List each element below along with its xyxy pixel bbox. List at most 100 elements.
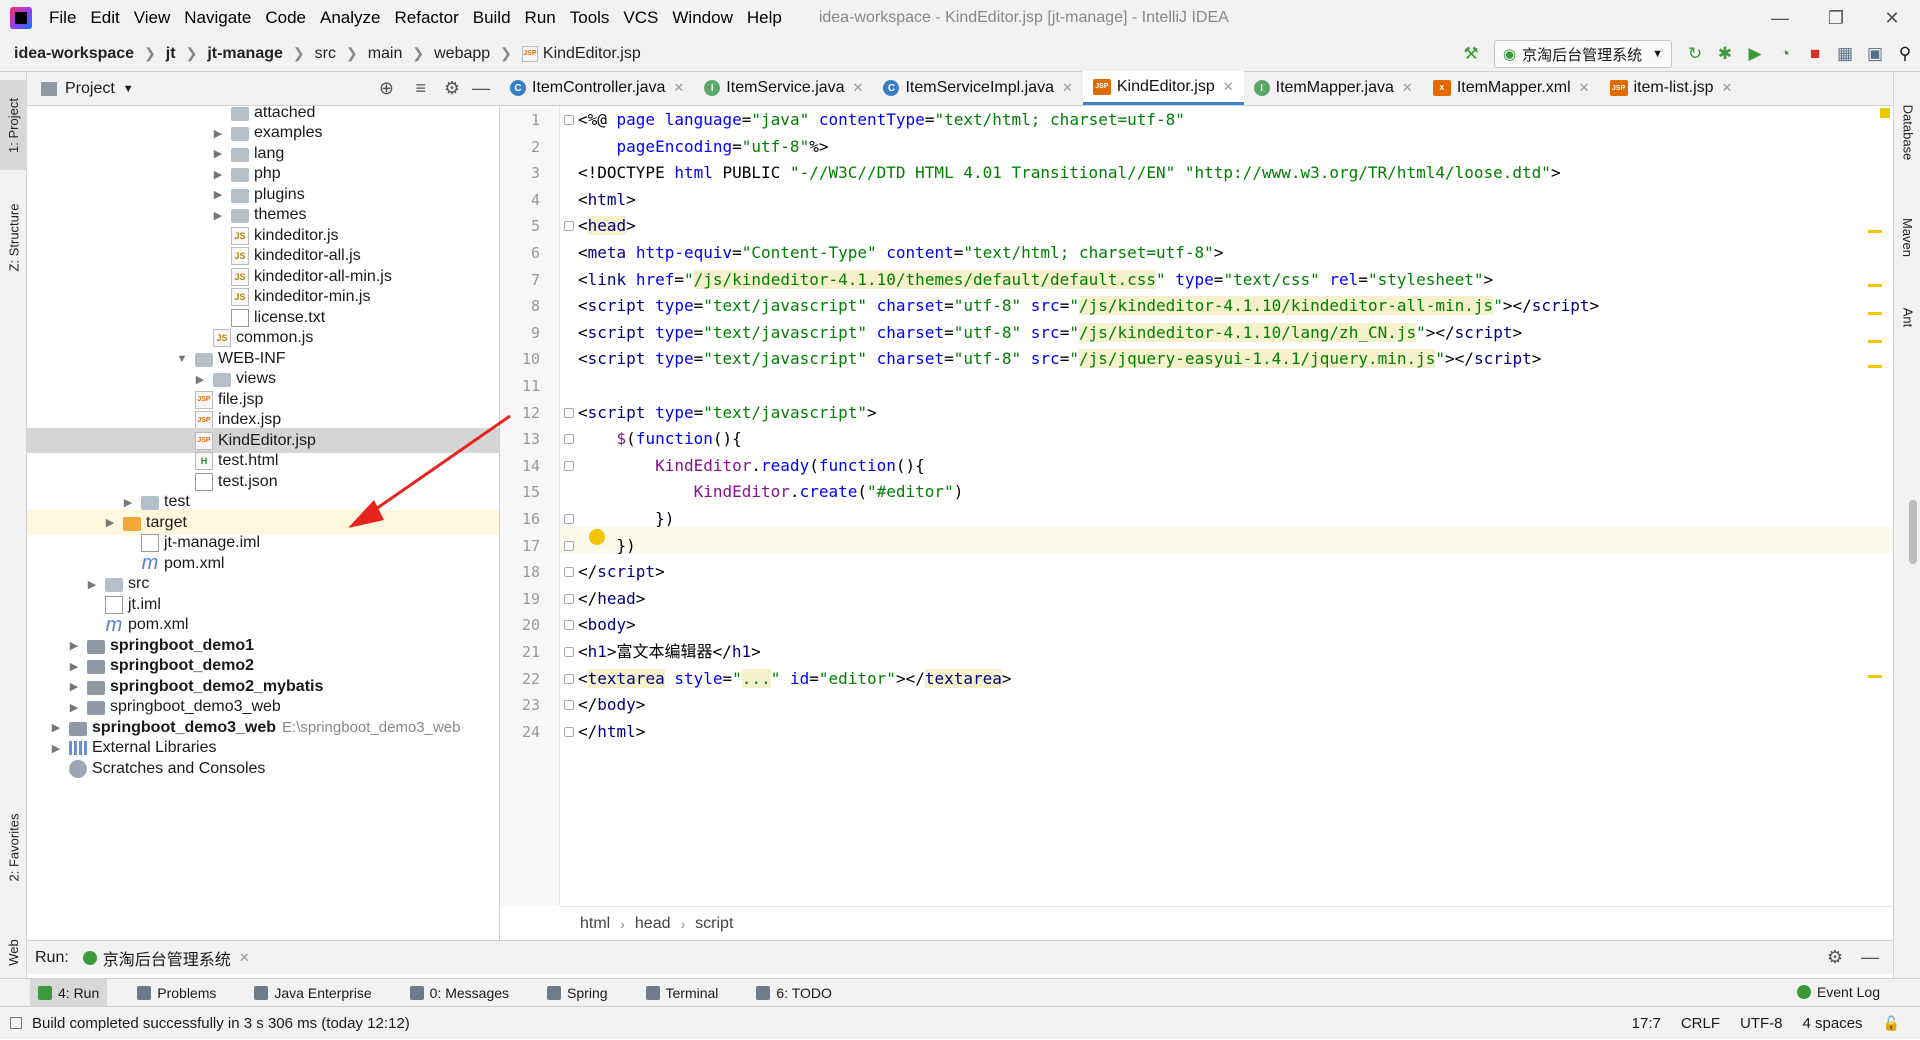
tree-item[interactable]: Scratches and Consoles	[27, 756, 499, 781]
expand-right-icon[interactable]: ▶	[211, 209, 225, 222]
panel-toggle-icon[interactable]	[10, 1017, 22, 1029]
coverage-icon[interactable]: ▶	[1740, 39, 1770, 69]
editor-scrollbar[interactable]	[1909, 500, 1917, 564]
code-line[interactable]: </html>	[578, 719, 645, 745]
code-line[interactable]: <link href="/js/kindeditor-4.1.10/themes…	[578, 267, 1493, 293]
fold-marker-icon[interactable]	[564, 647, 574, 657]
code-line[interactable]: </script>	[578, 559, 665, 585]
hide-panel-icon[interactable]: —	[1861, 947, 1879, 968]
close-icon[interactable]: ✕	[1062, 80, 1073, 96]
error-stripe-mark[interactable]	[1868, 365, 1882, 368]
fold-marker-icon[interactable]	[564, 407, 574, 418]
close-icon[interactable]: ✕	[1402, 80, 1413, 96]
breadcrumb-item[interactable]: webapp	[434, 45, 490, 63]
expand-right-icon[interactable]: ▶	[121, 496, 135, 509]
code-line[interactable]: </body>	[578, 692, 645, 718]
menu-item-view[interactable]: View	[127, 8, 178, 28]
build-hammer-icon[interactable]: ⚒	[1456, 39, 1486, 69]
menu-item-build[interactable]: Build	[466, 8, 518, 28]
search-icon[interactable]: ⚲	[1890, 39, 1920, 69]
fold-marker-icon[interactable]	[564, 567, 574, 578]
code-line[interactable]: <script type="text/javascript" charset="…	[578, 346, 1541, 372]
menu-item-file[interactable]: File	[42, 8, 83, 28]
profile-icon[interactable]: ◔	[1770, 39, 1800, 69]
tool-tab-database[interactable]: Database	[1894, 82, 1920, 182]
expand-right-icon[interactable]: ▶	[67, 660, 81, 673]
expand-right-icon[interactable]: ▶	[211, 147, 225, 160]
error-stripe-mark[interactable]	[1868, 340, 1882, 343]
tool-tab-ant[interactable]: Ant	[1894, 287, 1920, 347]
expand-right-icon[interactable]: ▶	[211, 168, 225, 181]
expand-right-icon[interactable]: ▶	[211, 188, 225, 201]
code-line[interactable]: })	[578, 533, 636, 559]
editor-tab[interactable]: C ItemController.java ✕	[500, 71, 694, 105]
menu-item-help[interactable]: Help	[740, 8, 789, 28]
tool-tab-favorites[interactable]: 2: Favorites	[0, 792, 27, 902]
menu-item-window[interactable]: Window	[665, 8, 739, 28]
editor-tab[interactable]: JSP KindEditor.jsp ✕	[1082, 71, 1244, 105]
tool-tab-web[interactable]: Web	[0, 922, 27, 982]
expand-right-icon[interactable]: ▶	[85, 578, 99, 591]
close-icon[interactable]: ✕	[1722, 80, 1733, 96]
expand-right-icon[interactable]: ▶	[49, 742, 63, 755]
bottom-tab[interactable]: Terminal	[638, 979, 727, 1007]
expand-right-icon[interactable]: ▶	[67, 680, 81, 693]
file-encoding[interactable]: UTF-8	[1740, 1015, 1783, 1032]
code-line[interactable]: <textarea style="..." id="editor"></text…	[578, 666, 1012, 692]
code-line[interactable]: <%@ page language="java" contentType="te…	[578, 107, 1185, 133]
error-stripe-mark[interactable]	[1868, 312, 1882, 315]
code-line[interactable]: <body>	[578, 612, 636, 638]
code-line[interactable]: <script type="text/javascript" charset="…	[578, 293, 1599, 319]
fold-marker-icon[interactable]	[564, 221, 574, 232]
close-icon[interactable]: ✕	[673, 80, 684, 96]
fold-marker-icon[interactable]	[564, 700, 574, 711]
lock-icon[interactable]: 🔓	[1883, 1015, 1900, 1032]
bottom-tab[interactable]: 6: TODO	[748, 979, 840, 1007]
run-config-tab[interactable]: 京淘后台管理系统	[103, 946, 231, 970]
menu-item-navigate[interactable]: Navigate	[177, 8, 258, 28]
editor-tab[interactable]: I ItemMapper.java ✕	[1244, 71, 1423, 105]
code-line[interactable]: KindEditor.create("#editor")	[578, 479, 964, 505]
locate-icon[interactable]: ⊕	[379, 78, 394, 99]
expand-right-icon[interactable]: ▶	[211, 127, 225, 140]
fold-marker-icon[interactable]	[564, 434, 574, 445]
gear-icon[interactable]: ⚙	[1827, 947, 1843, 968]
breadcrumb-item[interactable]: src	[315, 45, 336, 63]
bottom-tab[interactable]: Spring	[539, 979, 615, 1007]
expand-right-icon[interactable]: ▶	[67, 639, 81, 652]
code-line[interactable]: KindEditor.ready(function(){	[578, 453, 925, 479]
menu-item-tools[interactable]: Tools	[563, 8, 617, 28]
fold-marker-icon[interactable]	[564, 673, 574, 684]
bottom-tab[interactable]: Problems	[129, 979, 224, 1007]
expand-down-icon[interactable]: ▼	[175, 353, 189, 365]
code-line[interactable]: <head>	[578, 213, 636, 239]
code-line[interactable]: </head>	[578, 586, 645, 612]
editor-tab[interactable]: X ItemMapper.xml ✕	[1423, 71, 1600, 105]
bottom-tab[interactable]: Java Enterprise	[246, 979, 379, 1007]
status-message[interactable]: Build completed successfully in 3 s 306 …	[32, 1015, 410, 1032]
gear-icon[interactable]: ⚙	[444, 78, 460, 99]
tool-tab-project[interactable]: 1: Project	[0, 80, 27, 170]
rerun-icon[interactable]: ↻	[1680, 39, 1710, 69]
hide-panel-icon[interactable]: —	[472, 78, 490, 99]
menu-item-refactor[interactable]: Refactor	[387, 8, 465, 28]
editor-tab[interactable]: C ItemServiceImpl.java ✕	[873, 71, 1082, 105]
fold-marker-icon[interactable]	[564, 726, 574, 737]
project-structure-icon[interactable]: ▦	[1830, 39, 1860, 69]
caret-position[interactable]: 17:7	[1632, 1015, 1661, 1032]
breadcrumb-item[interactable]: jt	[166, 45, 176, 63]
breadcrumb-item[interactable]: KindEditor.jsp	[543, 45, 641, 63]
editor-tab[interactable]: I ItemService.java ✕	[694, 71, 873, 105]
fold-marker-icon[interactable]	[564, 620, 574, 631]
error-stripe-mark[interactable]	[1868, 284, 1882, 287]
fold-marker-icon[interactable]	[564, 540, 574, 551]
fold-marker-icon[interactable]	[564, 115, 574, 125]
editor-breadcrumb-item[interactable]: html	[580, 915, 610, 933]
fold-marker-icon[interactable]	[564, 460, 574, 471]
expand-right-icon[interactable]: ▶	[103, 516, 117, 529]
breadcrumb-item[interactable]: idea-workspace	[14, 45, 134, 63]
stop-icon[interactable]: ■	[1800, 39, 1830, 69]
tool-tab-structure[interactable]: Z: Structure	[0, 182, 27, 292]
close-window-icon[interactable]: ✕	[1864, 0, 1920, 36]
code-line[interactable]: $(function(){	[578, 426, 742, 452]
